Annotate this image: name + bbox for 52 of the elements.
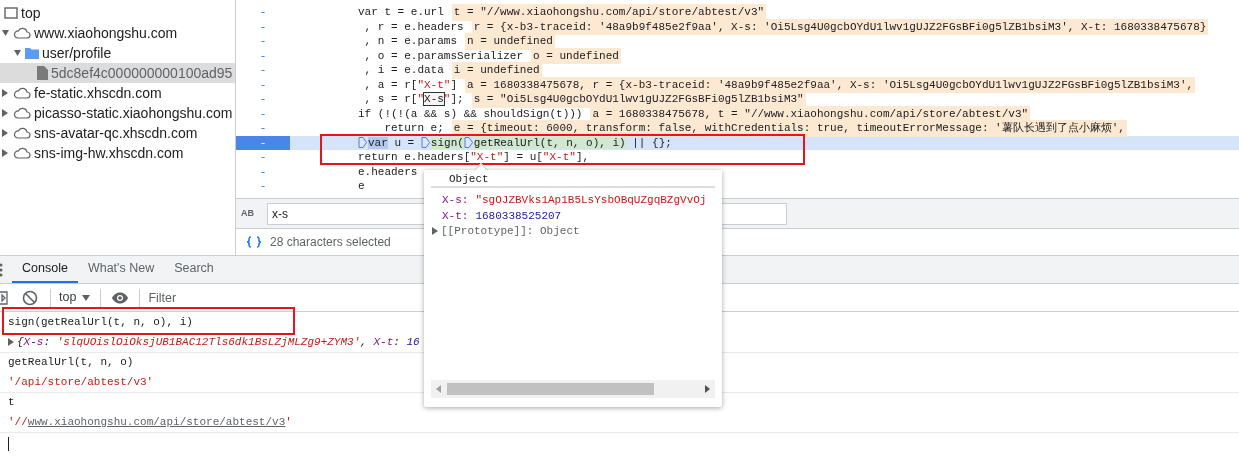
popover-title: Object	[449, 173, 489, 185]
line-gutter: -	[258, 92, 268, 107]
inline-value: t = "//www.xiaohongshu.com/api/store/abtest/v3"	[451, 4, 767, 21]
line-gutter: -	[258, 48, 268, 63]
code-line: , r = e.headers	[363, 19, 464, 35]
code-line: e.headers	[357, 164, 418, 180]
code-line: , i = e.data	[363, 63, 444, 78]
console-command-text: t	[8, 395, 15, 411]
code-line: , s = r["X-s"];	[363, 92, 464, 107]
tree-label: www.xiaohongshu.com	[34, 23, 178, 43]
tree-label: sns-img-hw.xhscdn.com	[34, 143, 184, 163]
console-command-text: getRealUrl(t, n, o)	[8, 355, 134, 371]
line-gutter: -	[258, 77, 268, 92]
code-line: var t = e.url	[357, 5, 444, 20]
line-gutter: -	[258, 121, 268, 136]
console-command-text: sign(getRealUrl(t, n, o), i)	[8, 314, 193, 330]
inline-value: i = undefined	[451, 62, 542, 79]
tree-label: 5dc8ef4c000000000100ad95	[51, 63, 233, 83]
code-line: var u = sign( getRealUrl(t, n, o), i) || {};	[358, 134, 672, 151]
code-line: return e.headers["X-t"] = u["X-t"],	[357, 150, 590, 165]
object-property: X-t: 1680338525207	[442, 208, 563, 223]
inline-value: e = {timeout: 6000, transform: false, withCredentials: true, timeoutErrorMessage: '薯队长遇到了点小麻烦',	[451, 120, 1127, 137]
object-property: X-s: "sgOJZBVks1Ap1B5LsYsbOBqUZgqBZgVvOj	[442, 193, 708, 208]
tree-label: fe-static.xhscdn.com	[34, 83, 162, 103]
line-gutter: -	[258, 164, 268, 179]
code-line: , o = e.paramsSerializer	[363, 48, 524, 64]
console-result-text: '//www.xiaohongshu.com/api/store/abtest/v3'	[8, 414, 292, 430]
line-gutter: -	[258, 19, 268, 34]
code-line: , a = r["X-t"]	[363, 77, 458, 93]
line-gutter: -	[258, 63, 268, 78]
line-gutter: -	[258, 179, 268, 194]
inline-value: a = 1680338475678, r = {x-b3-traceid: '48a9b9f485e2f9aa', X-s: 'Oi5Lsg4U0gcbOYdU1lwv1gUJZ2FGsBFi0g5lZB1bsiM3',	[465, 76, 1196, 93]
code-line: return e;	[383, 121, 444, 136]
code-line: , n = e.params	[363, 34, 458, 49]
tree-label: user/profile	[42, 43, 112, 63]
line-gutter: -	[258, 150, 268, 165]
status-text: 28 characters selected	[270, 234, 391, 251]
tree-label: top	[21, 3, 41, 23]
line-gutter: -	[258, 5, 268, 20]
tree-label: sns-avatar-qc.xhscdn.com	[34, 123, 198, 143]
object-property: [[Prototype]]: Object	[441, 223, 580, 239]
inline-value: s = "Oi5Lsg4U0gcbOYdU1lwv1gUJZ2FGsBFi0g5lZB1bsiM3"	[471, 91, 806, 108]
inline-value: n = undefined	[465, 33, 555, 50]
inline-value: o = undefined	[531, 47, 621, 64]
inline-value: r = {x-b3-traceid: '48a9b9f485e2f9aa', X-s: 'Oi5Lsg4U0gcbOYdU1lwv1gUJZ2FGsBFi0g5lZB1bsiM3', X-t: 1680338475678}	[471, 18, 1209, 35]
code-line: if (!(!(a && s) && shouldSign(t)))	[357, 106, 583, 122]
console-result-text: '/api/store/abtest/v3'	[8, 374, 154, 390]
console-result-text: {X-s: 'slqUOislOiOksjUB1BAC12Tls6dk1BsLZjMLZg9+ZYM3', X-t: 16	[17, 334, 420, 350]
tree-label: picasso-static.xiaohongshu.com	[34, 103, 233, 123]
code-line: e	[357, 179, 365, 194]
line-gutter: -	[258, 34, 268, 49]
line-gutter: -	[258, 106, 268, 121]
